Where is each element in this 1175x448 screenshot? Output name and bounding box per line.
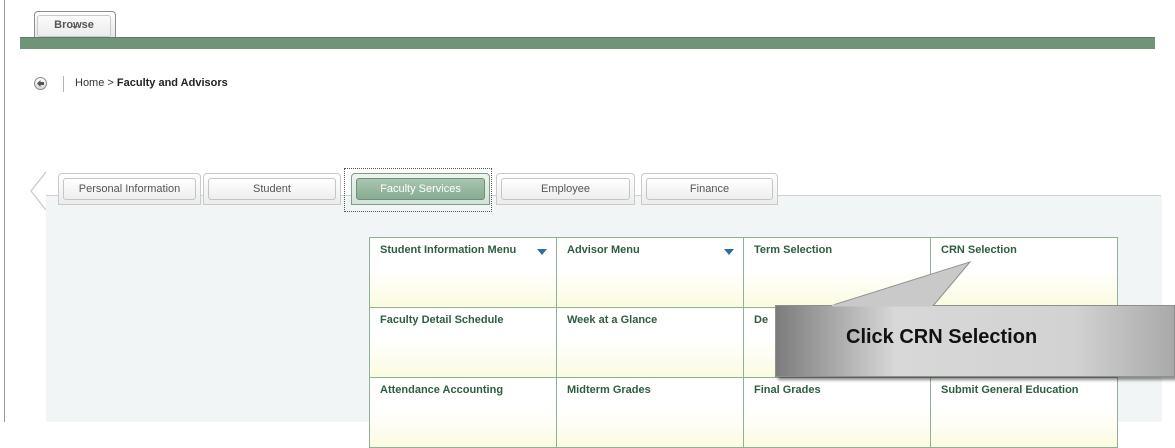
scroll-left-icon[interactable] <box>30 171 47 211</box>
breadcrumb-current: Faculty and Advisors <box>116 77 228 89</box>
menu-week-at-a-glance[interactable]: Week at a Glance <box>556 307 744 378</box>
dropdown-arrow-icon[interactable] <box>537 249 547 255</box>
tab-student[interactable]: Student <box>203 173 341 205</box>
breadcrumb-divider <box>63 76 64 92</box>
menu-item-label: Faculty Detail Schedule <box>380 314 504 326</box>
menu-item-label: Student Information Menu <box>380 244 517 256</box>
tab-label: Personal Information <box>63 178 196 200</box>
menu-submit-general-education[interactable]: Submit General Education <box>930 377 1118 448</box>
dropdown-arrow-icon[interactable] <box>724 249 734 255</box>
menu-advisor[interactable]: Advisor Menu <box>556 237 744 308</box>
chevron-down-icon <box>72 26 78 29</box>
menu-final-grades[interactable]: Final Grades <box>743 377 931 448</box>
menu-student-information[interactable]: Student Information Menu <box>369 237 557 308</box>
menu-item-label: Midterm Grades <box>567 384 651 396</box>
browse-tab[interactable]: Browse <box>34 11 116 40</box>
menu-item-label: Attendance Accounting <box>380 384 504 396</box>
menu-item-label: Term Selection <box>754 244 833 256</box>
menu-item-label: Submit General Education <box>941 384 1079 396</box>
tab-label: Student <box>208 178 336 200</box>
browse-label: Browse <box>54 19 94 31</box>
menu-item-label: Advisor Menu <box>567 244 640 256</box>
callout-text: Click CRN Selection <box>846 326 1038 348</box>
menu-item-label: De <box>754 314 769 326</box>
menu-item-label: Week at a Glance <box>567 314 658 326</box>
menu-attendance-accounting[interactable]: Attendance Accounting <box>369 377 557 448</box>
menu-midterm-grades[interactable]: Midterm Grades <box>556 377 744 448</box>
menu-item-label: CRN Selection <box>941 244 1017 256</box>
tab-employee[interactable]: Employee <box>496 173 635 205</box>
breadcrumb-separator: > <box>107 77 114 89</box>
callout-pointer-cover <box>832 263 968 307</box>
back-arrow-icon[interactable] <box>34 77 47 90</box>
menu-item-label: Final Grades <box>754 384 821 396</box>
tab-personal-information[interactable]: Personal Information <box>58 173 201 205</box>
left-border <box>4 0 5 422</box>
tab-label: Finance <box>646 178 773 200</box>
breadcrumb-home-link[interactable]: Home <box>75 77 104 89</box>
menu-faculty-detail-schedule[interactable]: Faculty Detail Schedule <box>369 307 557 378</box>
tab-label: Employee <box>501 178 630 200</box>
header-bar <box>20 37 1155 49</box>
menu-grid-row: Attendance Accounting Midterm Grades Fin… <box>369 377 1118 448</box>
breadcrumb: Home > Faculty and Advisors <box>75 77 228 89</box>
tab-finance[interactable]: Finance <box>641 173 778 205</box>
tab-focus-outline <box>344 168 492 212</box>
